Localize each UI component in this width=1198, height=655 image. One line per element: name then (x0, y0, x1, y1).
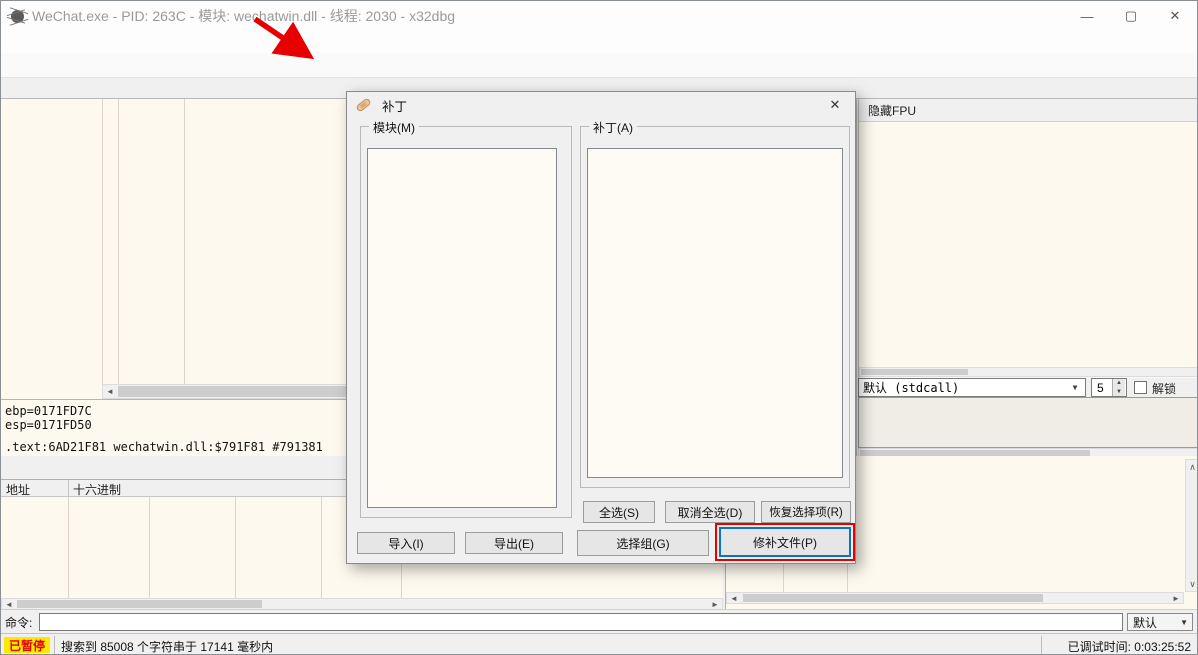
chevron-down-icon: ▼ (1180, 617, 1188, 627)
menu-bar (1, 31, 1197, 53)
arguments-view[interactable] (858, 397, 1197, 448)
command-label: 命令: (5, 616, 33, 630)
paused-badge: 已暂停 (4, 637, 50, 653)
separator (149, 497, 150, 598)
dialog-close-button[interactable]: ✕ (823, 95, 847, 115)
hide-fpu-button[interactable]: 隐藏FPU (859, 99, 1197, 122)
chevron-down-icon: ▼ (1072, 383, 1078, 392)
export-button[interactable]: 导出(E) (465, 532, 563, 554)
module-list[interactable] (367, 148, 557, 508)
status-message: 搜索到 85008 个字符串于 17141 毫秒内 (61, 640, 274, 654)
window-title: WeChat.exe - PID: 263C - 模块: wechatwin.d… (32, 8, 456, 24)
window-controls: — ▢ ✕ (1065, 1, 1197, 31)
calling-convention-bar: 默认 (stdcall) ▼ 5 ▲ ▼ 解锁 (858, 378, 1197, 397)
command-bar: 命令: 默认 ▼ (1, 609, 1197, 633)
select-all-button[interactable]: 全选(S) (583, 501, 655, 523)
convention-dropdown[interactable]: 默认 (stdcall) ▼ (858, 378, 1086, 397)
spin-up-icon[interactable]: ▲ (1112, 379, 1125, 388)
separator (68, 497, 69, 598)
separator (68, 480, 69, 496)
registers-hscrollbar[interactable] (859, 367, 1197, 377)
maximize-button[interactable]: ▢ (1109, 1, 1153, 31)
annotation-red-box: 修补文件(P) (715, 523, 855, 561)
status-bar: 已暂停 搜索到 85008 个字符串于 17141 毫秒内 已调试时间: 0:0… (1, 633, 1197, 654)
dump-col-hex: 十六进制 (73, 483, 122, 497)
separator (235, 497, 236, 598)
unlock-checkbox[interactable] (1134, 381, 1147, 394)
restore-selected-button[interactable]: 恢复选择项(R) (761, 501, 851, 523)
registers-view[interactable]: 隐藏FPU (858, 99, 1197, 397)
x32dbg-window: WeChat.exe - PID: 263C - 模块: wechatwin.d… (0, 0, 1198, 655)
unlock-label: 解锁 (1152, 382, 1177, 396)
info-ebp: ebp=0171FD7C (5, 404, 92, 418)
argument-count-stepper[interactable]: 5 ▲ ▼ (1091, 378, 1127, 397)
separator (184, 99, 185, 384)
stack-vscrollbar[interactable]: ∧ ∨ (1185, 459, 1197, 592)
separator (321, 497, 322, 598)
minimize-button[interactable]: — (1065, 1, 1109, 31)
patch-group-label: 补丁(A) (589, 119, 637, 136)
separator (1041, 636, 1042, 654)
stack-hscrollbar[interactable]: ◄ ► (726, 592, 1184, 604)
separator (118, 99, 119, 384)
import-button[interactable]: 导入(I) (357, 532, 455, 554)
separator (54, 636, 55, 654)
patch-dialog-title: 补丁 (382, 99, 408, 114)
patch-dialog-title-bar[interactable]: 补丁 ✕ (347, 92, 855, 118)
title-bar: WeChat.exe - PID: 263C - 模块: wechatwin.d… (1, 1, 1197, 31)
command-input[interactable] (39, 613, 1123, 631)
pick-groups-button[interactable]: 选择组(G) (577, 530, 709, 556)
bug-icon (11, 9, 24, 23)
module-group-label: 模块(M) (369, 119, 419, 136)
separator (102, 99, 103, 384)
info-location: .text:6AD21F81 wechatwin.dll:$791F81 #79… (5, 440, 323, 454)
info-esp: esp=0171FD50 (5, 418, 92, 432)
patch-dialog: 补丁 ✕ 模块(M) 补丁(A) 全选(S) 取消全选(D) 恢复选择项(R) … (346, 91, 856, 564)
dump-col-address: 地址 (6, 483, 31, 497)
command-profile-dropdown[interactable]: 默认 ▼ (1127, 613, 1193, 631)
deselect-all-button[interactable]: 取消全选(D) (665, 501, 755, 523)
toolbar (1, 53, 1197, 78)
patch-list[interactable] (587, 148, 843, 478)
patch-file-button[interactable]: 修补文件(P) (719, 527, 851, 557)
debug-time: 已调试时间: 0:03:25:52 (1067, 640, 1191, 654)
spin-down-icon[interactable]: ▼ (1112, 387, 1125, 396)
bandaid-icon (355, 97, 372, 113)
close-button[interactable]: ✕ (1153, 1, 1197, 31)
